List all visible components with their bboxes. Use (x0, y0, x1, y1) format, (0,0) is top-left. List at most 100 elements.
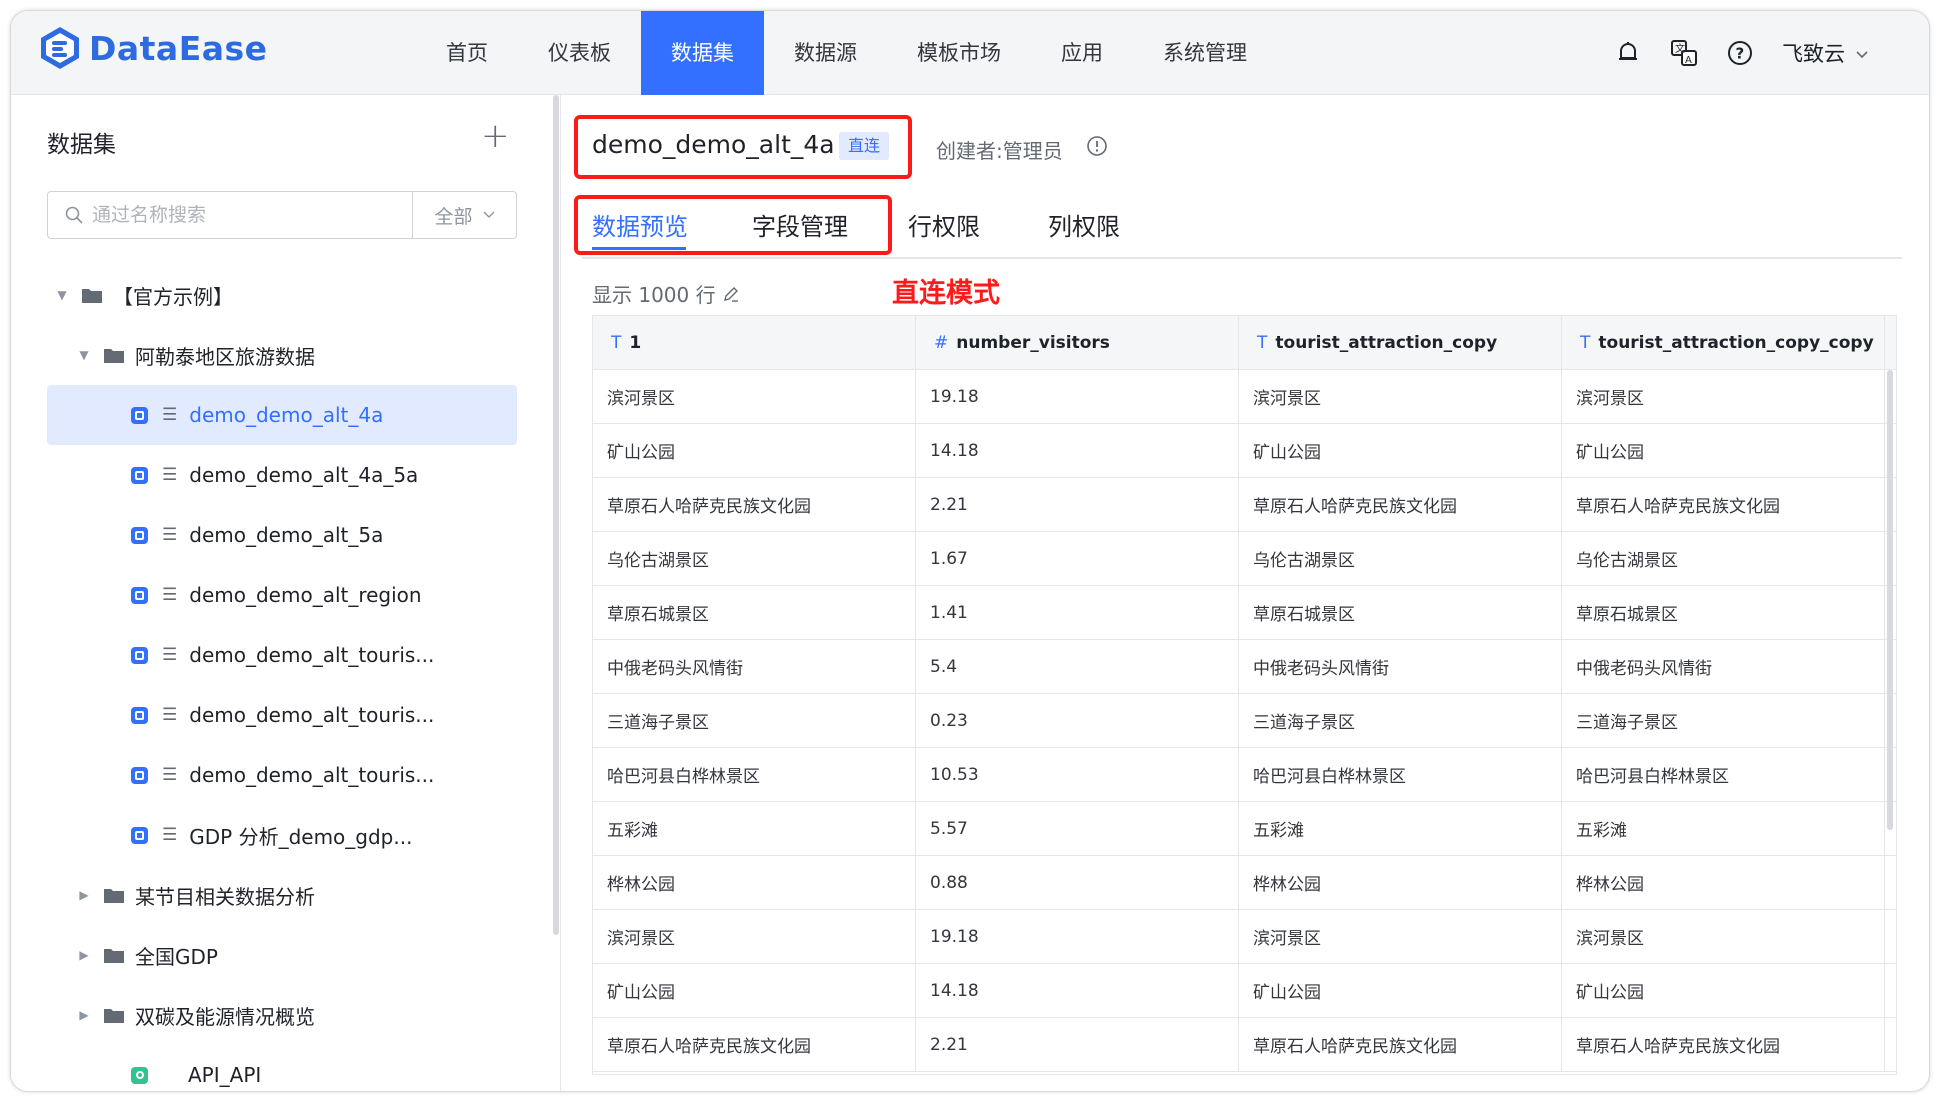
table-cell: 0.23 (916, 694, 1239, 747)
table-cell: 滨河景区 (1239, 370, 1562, 423)
tree-dataset-item[interactable]: ☰ demo_demo_alt_4a (47, 385, 517, 445)
tree-folder-item[interactable]: ▶ 某节目相关数据分析 (47, 865, 517, 925)
tree-folder-item[interactable]: ▶ 全国GDP (47, 925, 517, 985)
table-cell: 草原石人哈萨克民族文化园 (1239, 1018, 1562, 1071)
tree-dataset-item[interactable]: ☰ demo_demo_alt_region (47, 565, 517, 625)
add-dataset-button[interactable]: + (481, 119, 510, 153)
tree-api-item[interactable]: API_API (47, 1045, 517, 1091)
table-row: 乌伦古湖景区 1.67 乌伦古湖景区 乌伦古湖景区 (593, 532, 1896, 586)
api-dataset-icon (131, 1066, 148, 1084)
sidebar-scrollbar[interactable] (553, 95, 559, 935)
sliders-icon: ☰ (162, 645, 178, 665)
table-cell: 中俄老码头风情街 (1239, 640, 1562, 693)
app-window: DataEase 首页 仪表板 数据集 数据源 模板市场 应用 系统管理 文A … (10, 10, 1930, 1092)
column-header[interactable]: # number_visitors (916, 316, 1239, 369)
column-header[interactable]: Ttourist_attraction_copy_copy (1562, 316, 1885, 369)
tree-item-label: demo_demo_alt_4a (189, 403, 384, 427)
tab-row-permission[interactable]: 行权限 (908, 207, 980, 242)
table-cell: 草原石人哈萨克民族文化园 (593, 478, 916, 531)
header-actions: 文A ? 飞致云 (1614, 11, 1869, 95)
table-cell: 滨河景区 (593, 910, 916, 963)
direct-connect-tag: 直连 (839, 132, 890, 160)
table-cell: 三道海子景区 (1239, 694, 1562, 747)
tree-dataset-item[interactable]: ☰ demo_demo_alt_touris... (47, 745, 517, 805)
tab-data-preview[interactable]: 数据预览 (592, 207, 688, 242)
edit-icon (723, 286, 738, 302)
table-cell: 哈巴河县白桦林景区 (1239, 748, 1562, 801)
folder-icon (104, 948, 124, 963)
tree-item-label: 某节目相关数据分析 (135, 884, 315, 909)
tab-field-management[interactable]: 字段管理 (752, 207, 848, 242)
nav-home[interactable]: 首页 (416, 11, 518, 95)
dataset-icon (131, 826, 148, 844)
column-name: 1 (629, 332, 642, 353)
language-switch-icon[interactable]: 文A (1670, 39, 1698, 67)
tree-item-label: demo_demo_alt_touris... (189, 643, 435, 667)
tree-dataset-item[interactable]: ☰ demo_demo_alt_touris... (47, 685, 517, 745)
folder-icon (82, 288, 102, 303)
tree-dataset-item[interactable]: ☰ demo_demo_alt_4a_5a (47, 445, 517, 505)
nav-template-market[interactable]: 模板市场 (887, 11, 1031, 95)
sliders-icon: ☰ (162, 825, 178, 845)
dataset-search: 全部 (47, 191, 517, 239)
table-row: 草原石城景区 1.41 草原石城景区 草原石城景区 (593, 586, 1896, 640)
tree-item-label: API_API (188, 1063, 262, 1087)
table-cell: 19.18 (916, 910, 1239, 963)
sliders-icon: ☰ (162, 525, 178, 545)
show-rows-setting[interactable]: 显示 1000 行 (592, 279, 740, 308)
tree-dataset-item[interactable]: ☰ GDP 分析_demo_gdp... (47, 805, 517, 865)
column-name: tourist_attraction_copy_copy (1598, 332, 1874, 353)
user-menu[interactable]: 飞致云 (1782, 38, 1869, 68)
help-icon[interactable]: ? (1726, 39, 1754, 67)
table-scrollbar[interactable] (1887, 370, 1893, 830)
nav-dataset[interactable]: 数据集 (641, 11, 764, 95)
logo[interactable]: DataEase (37, 25, 268, 71)
dataset-icon (131, 466, 148, 484)
active-tab-indicator (592, 247, 686, 250)
table-body: 滨河景区 19.18 滨河景区 滨河景区 矿山公园 14.18 矿山公园 矿山公园 草原石人哈萨… (593, 370, 1896, 1072)
tree-item-label: demo_demo_alt_region (189, 583, 422, 607)
nav-system-settings[interactable]: 系统管理 (1133, 11, 1277, 95)
tree-dataset-item[interactable]: ☰ demo_demo_alt_5a (47, 505, 517, 565)
table-cell: 三道海子景区 (593, 694, 916, 747)
table-cell: 草原石人哈萨克民族文化园 (593, 1018, 916, 1071)
main-nav: 首页 仪表板 数据集 数据源 模板市场 应用 系统管理 (416, 11, 1277, 95)
text-type-icon: T (1580, 332, 1591, 353)
tab-column-permission[interactable]: 列权限 (1048, 207, 1120, 242)
table-row: 桦林公园 0.88 桦林公园 桦林公园 (593, 856, 1896, 910)
tree-folder-item[interactable]: ▶ 双碳及能源情况概览 (47, 985, 517, 1045)
sliders-icon: ☰ (162, 765, 178, 785)
dataset-detail: demo_demo_alt_4a 直连 创建者:管理员 数据预览 字段管理 行权… (562, 95, 1929, 1091)
nav-apps[interactable]: 应用 (1031, 11, 1133, 95)
search-input[interactable] (92, 204, 412, 226)
table-cell: 0.88 (916, 856, 1239, 909)
column-header[interactable]: Ttourist_attraction_copy (1239, 316, 1562, 369)
info-icon[interactable] (1086, 135, 1108, 157)
table-cell: 草原石人哈萨克民族文化园 (1562, 1018, 1885, 1071)
table-cell: 草原石人哈萨克民族文化园 (1239, 478, 1562, 531)
tree-folder-official[interactable]: ▼ 【官方示例】 (47, 265, 517, 325)
table-cell: 草原石城景区 (593, 586, 916, 639)
folder-icon (104, 1008, 124, 1023)
search-filter-select[interactable]: 全部 (412, 192, 516, 238)
notification-bell-icon[interactable] (1614, 39, 1642, 67)
caret-right-icon: ▶ (79, 948, 89, 962)
caret-down-icon: ▼ (79, 348, 89, 362)
filter-value: 全部 (434, 205, 473, 228)
tree-dataset-item[interactable]: ☰ demo_demo_alt_touris... (47, 625, 517, 685)
table-cell: 滨河景区 (1239, 910, 1562, 963)
caret-right-icon: ▶ (79, 1008, 89, 1022)
nav-dashboard[interactable]: 仪表板 (518, 11, 641, 95)
folder-icon (104, 888, 124, 903)
column-header[interactable]: T1 (593, 316, 916, 369)
nav-datasource[interactable]: 数据源 (764, 11, 887, 95)
table-row: 中俄老码头风情街 5.4 中俄老码头风情街 中俄老码头风情街 (593, 640, 1896, 694)
column-name: tourist_attraction_copy (1275, 332, 1498, 353)
search-icon (65, 206, 83, 224)
table-cell: 矿山公园 (593, 964, 916, 1017)
table-row: 哈巴河县白桦林景区 10.53 哈巴河县白桦林景区 哈巴河县白桦林景区 (593, 748, 1896, 802)
tree-item-label: 全国GDP (135, 944, 218, 969)
table-cell: 滨河景区 (1562, 370, 1885, 423)
tree-folder-altay[interactable]: ▼ 阿勒泰地区旅游数据 (47, 325, 517, 385)
tree-item-label: 阿勒泰地区旅游数据 (135, 344, 315, 369)
